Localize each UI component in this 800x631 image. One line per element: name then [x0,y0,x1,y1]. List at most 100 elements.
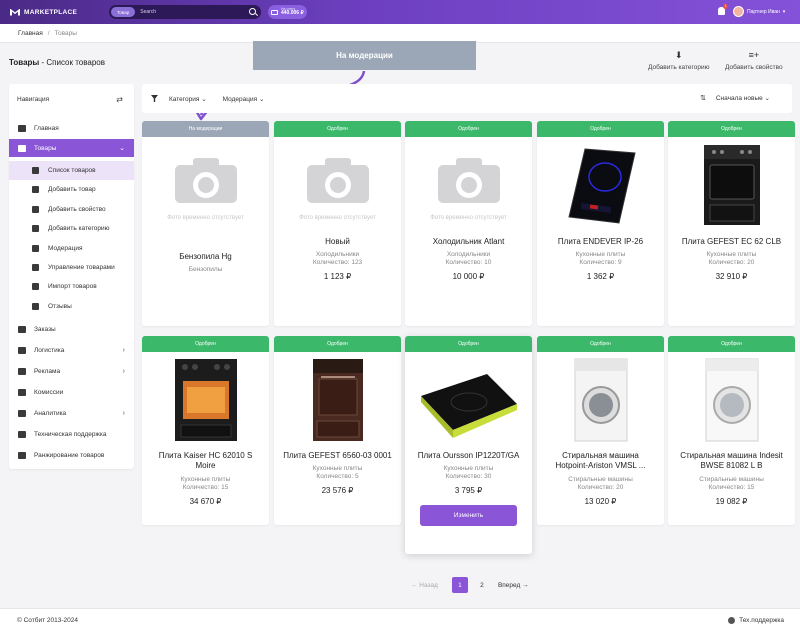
sidebar-item-advertising[interactable]: Реклама › [9,362,134,380]
sort-select[interactable]: Сначала новые ⌄ [716,94,770,102]
sidebar-item-commissions[interactable]: Комиссии [9,383,134,401]
product-image [405,352,532,447]
product-card[interactable]: Одобрен Плита ENDEVER IP-26 Кухонные пли… [537,121,664,326]
product-card[interactable]: Одобрен Стиральная машина Hotpoint-Arist… [537,336,664,525]
add-property-label: Добавить свойство [725,64,783,71]
sidebar-item-home[interactable]: Главная [9,119,134,137]
add-property-button[interactable]: ≡+ Добавить свойство [725,51,783,72]
percent-icon [18,388,26,396]
sidebar-subitem-label: Добавить товар [48,186,96,193]
sidebar-subitem-label: Импорт товаров [48,283,97,290]
product-category: Кухонные плиты [443,465,494,473]
status-badge: Одобрен [405,121,532,137]
product-name[interactable]: Бензопила Hg [142,252,269,262]
chevron-down-icon: ⌄ [119,145,125,152]
breadcrumb-home[interactable]: Главная [18,30,43,37]
product-card[interactable]: Одобрен Стиральная машина Indesit BWSE 8… [668,336,795,525]
product-name[interactable]: Плита GEFEST 6560-03 0001 [274,451,401,461]
support-link[interactable]: Тех.поддержка [728,616,784,624]
product-price: 1 123 ₽ [323,272,352,282]
user-menu[interactable]: Партнер Иван ▾ [733,6,785,17]
add-category-button[interactable]: ⬇ Добавить категорию [648,51,710,72]
sidebar-subitem-reviews[interactable]: Отзывы [9,297,134,316]
add-category-label: Добавить категорию [648,64,710,71]
product-image [668,137,795,232]
sidebar-subitem-add-category[interactable]: Добавить категорию [9,219,134,238]
product-name[interactable]: Новый [274,237,401,247]
product-price: 3 795 ₽ [454,486,483,496]
swap-icon[interactable]: ⇄ [116,95,123,104]
category-filter[interactable]: Категория ⌄ [169,95,207,103]
sidebar-item-label: Комиссии [34,388,64,396]
user-name: Партнер Иван [747,8,780,15]
sidebar-item-logistics[interactable]: Логистика › [9,341,134,359]
product-name[interactable]: Плита Kaiser HC 62010 S Moire [142,451,269,472]
product-name[interactable]: Плита ENDEVER IP-26 [537,237,664,247]
sidebar-item-analytics[interactable]: Аналитика › [9,404,134,422]
sidebar-subitem-product-list[interactable]: Список товаров [9,161,134,180]
pagination-prev[interactable]: ← Назад [411,582,438,589]
product-name[interactable]: Холодильник Atlant [405,237,532,247]
sidebar-item-support[interactable]: Техническая поддержка [9,425,134,443]
product-card[interactable]: Одобрен Фото временно отсутствует Холоди… [405,121,532,326]
product-name[interactable]: Стиральная машина Indesit BWSE 81082 L B [668,451,795,472]
moderation-filter[interactable]: Модерация ⌄ [223,95,265,103]
support-label: Тех.поддержка [739,616,784,624]
sidebar-item-label: Товары [34,144,57,152]
grid-icon [32,167,39,174]
pagination-page-1[interactable]: 1 [451,577,468,593]
sidebar-item-products[interactable]: Товары ⌄ [9,139,134,157]
product-quantity: Количество: 30 [445,473,492,481]
product-card[interactable]: Одобрен Плита GEFEST EC 62 CLB Кухонные … [668,121,795,326]
product-quantity: Количество: 9 [579,259,622,267]
product-category: Стиральные машины [568,475,633,483]
sidebar-subitem-add-property[interactable]: Добавить свойство [9,200,134,219]
sidebar-item-orders[interactable]: Заказы [9,320,134,338]
sidebar-item-label: Аналитика [34,409,67,417]
pagination-page-2[interactable]: 2 [474,577,490,593]
sidebar-subitem-moderation[interactable]: Модерация [9,239,134,258]
induction-cooktop-image [567,147,636,224]
status-badge: Одобрен [274,121,401,137]
balance-badge[interactable]: На счету 440.006 ₽ [268,5,307,19]
product-card[interactable]: На модерации Фото временно отсутствует Б… [142,121,269,326]
balance-label: На счету [281,6,296,11]
sidebar-subitem-manage-products[interactable]: Управление товарами [9,258,134,277]
status-badge: Одобрен [405,336,532,352]
product-card[interactable]: Одобрен Плита Oursson IP1220T/GA Кухонны… [405,336,532,554]
product-name[interactable]: Стиральная машина Hotpoint-Ariston VMSL … [537,451,664,472]
product-card[interactable]: Одобрен Плита GEFEST 6560-03 0001 Кухонн… [274,336,401,525]
avatar [733,6,744,17]
product-category: Стиральные машины [699,475,764,483]
sidebar-subitem-add-product[interactable]: Добавить товар [9,180,134,199]
product-card[interactable]: Одобрен Фото временно отсутствует Новый … [274,121,401,326]
status-badge: Одобрен [142,336,269,352]
search-icon[interactable] [249,8,256,15]
product-name[interactable]: Плита GEFEST EC 62 CLB [668,237,795,247]
search-input[interactable] [140,9,241,15]
product-quantity: Количество: 15 [182,483,229,491]
edit-button[interactable]: Изменить [420,505,517,527]
filter-icon[interactable] [151,95,158,102]
product-price: 1 362 ₽ [586,272,615,282]
chart-bars-icon [18,346,26,354]
sort-icon[interactable]: ⇅ [700,94,706,102]
status-badge: Одобрен [537,336,664,352]
support-icon [18,430,26,438]
product-quantity: Количество: 20 [577,483,624,491]
logo[interactable]: MARKETPLACE [10,8,77,17]
product-category: Бензопилы [188,266,223,274]
product-name[interactable]: Плита Oursson IP1220T/GA [405,451,532,461]
copyright: © Сотбит 2013-2024 [17,616,78,624]
sidebar-item-ranking[interactable]: Ранжирование товаров [9,446,134,464]
sidebar-subitem-import[interactable]: Импорт товаров [9,277,134,296]
product-card[interactable]: Одобрен Плита Kaiser HC 62010 S Moire Ку… [142,336,269,525]
search-scope-pill[interactable]: Товар [111,7,136,17]
chevron-right-icon: › [122,409,125,417]
pagination-next[interactable]: Вперед → [498,582,529,589]
stove-oven-image [174,358,237,441]
sidebar-item-label: Заказы [34,325,56,333]
product-quantity: Количество: 15 [708,483,755,491]
chat-icon [32,303,39,310]
status-badge: Одобрен [668,336,795,352]
